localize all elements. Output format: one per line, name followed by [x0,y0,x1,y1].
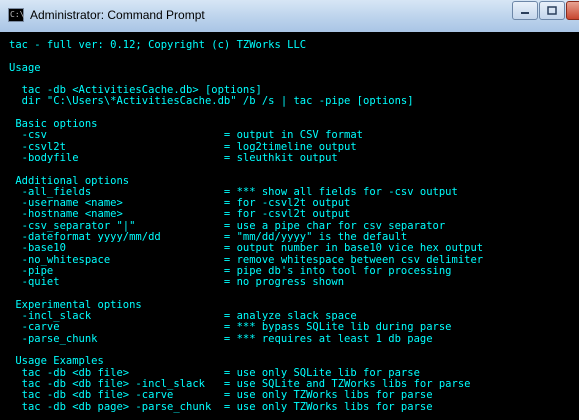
console-line: -parse_chunk = *** requires at least 1 d… [9,332,433,345]
console-line: Usage Examples [9,355,104,368]
maximize-button[interactable] [539,1,565,20]
console-line: Usage [9,61,41,74]
command-prompt-window: C:\ Administrator: Command Prompt tac - … [0,0,579,420]
console-line: -quiet = no progress shown [9,276,345,289]
console-line: tac -db <db page> -parse_chunk = use onl… [9,400,433,413]
console-line: -bodyfile = sleuthkit output [9,151,338,164]
console-line: -base10 = output number in base10 vice h… [9,242,484,255]
maximize-icon [547,6,557,15]
console-line: -csv = output in CSV format [9,129,364,142]
close-button[interactable] [566,1,579,20]
title-bar[interactable]: C:\ Administrator: Command Prompt [0,0,579,32]
cmd-icon[interactable]: C:\ [8,8,24,22]
minimize-icon [521,11,529,14]
console-line: tac -db <db file> -carve = use only TZWo… [9,389,433,402]
console-line: dir "C:\Users\*ActivitiesCache.db" /b /s… [9,95,414,108]
console-output[interactable]: tac - full ver: 0.12; Copyright (c) TZWo… [0,32,579,420]
console-line: tac - full ver: 0.12; Copyright (c) TZWo… [9,39,307,51]
minimize-button[interactable] [512,1,538,20]
console-text: tac - full ver: 0.12; Copyright (c) TZWo… [9,39,484,413]
window-title: Administrator: Command Prompt [30,8,205,22]
